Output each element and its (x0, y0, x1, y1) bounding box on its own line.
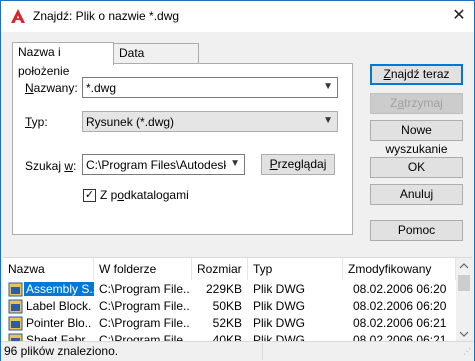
column-header-modified[interactable]: Zmodyfikowany (343, 258, 456, 280)
status-divider (262, 343, 263, 360)
dwg-file-icon (8, 316, 23, 331)
autocad-icon (11, 9, 25, 23)
subfolders-checkbox[interactable]: ✓ (83, 189, 96, 202)
cell-type: Plik DWG (253, 299, 305, 313)
cell-modified: 08.02.2006 06:20 (353, 282, 447, 296)
named-label: Nazwany: (25, 81, 78, 95)
named-combobox[interactable]: *.dwg ▼ (82, 77, 338, 98)
subfolders-label[interactable]: Z podkatalogami (100, 188, 189, 202)
cell-folder: C:\Program File... (99, 282, 189, 296)
named-label-text: azwany: (33, 81, 78, 95)
column-header-type[interactable]: Typ (248, 258, 343, 280)
chevron-down-icon[interactable]: ▼ (323, 115, 333, 126)
type-label: Typ: (25, 115, 48, 129)
tab-date-modified[interactable]: Data modyfikacji (113, 43, 199, 79)
stop-button[interactable]: Zatrzymaj (370, 93, 463, 114)
cell-folder: C:\Program File... (99, 299, 189, 313)
cell-size: 50KB (212, 299, 242, 313)
window-title: Znajdź: Plik o nazwie *.dwg (33, 9, 180, 23)
table-row[interactable]: Pointer Blo... C:\Program File... 52KB P… (3, 315, 455, 332)
close-icon[interactable]: ✕ (447, 5, 471, 27)
lookin-value: C:\Program Files\Autodesk\A (86, 158, 226, 172)
chevron-down-icon[interactable]: ▼ (323, 81, 333, 92)
browse-button[interactable]: Przeglądaj (261, 154, 335, 175)
cell-name: Assembly S... (24, 282, 94, 296)
status-text: 96 plików znaleziono. (4, 344, 119, 358)
dwg-file-icon (8, 299, 23, 314)
tab-name-location[interactable]: Nazwa i położenie (12, 42, 114, 78)
ok-button[interactable]: OK (370, 157, 463, 178)
type-value: Rysunek (*.dwg) (86, 115, 175, 129)
cell-folder: C:\Program File... (99, 316, 189, 330)
cancel-button[interactable]: Anuluj (370, 184, 463, 205)
cell-modified: 08.02.2006 06:20 (353, 299, 447, 313)
type-combobox[interactable]: Rysunek (*.dwg) ▼ (82, 111, 338, 132)
lookin-combobox[interactable]: C:\Program Files\Autodesk\A ▼ (82, 154, 245, 175)
column-header-folder[interactable]: W folderze (94, 258, 192, 280)
cell-type: Plik DWG (253, 282, 305, 296)
help-button[interactable]: Pomoc (370, 220, 463, 241)
cell-size: 52KB (212, 316, 242, 330)
cell-type: Plik DWG (253, 316, 305, 330)
dwg-file-icon (8, 282, 23, 297)
cell-size: 229KB (205, 282, 242, 296)
find-now-button[interactable]: Znajdź teraz (370, 64, 463, 85)
resize-grip-icon[interactable]: ⋰ (463, 347, 471, 356)
scroll-up-icon[interactable] (456, 258, 472, 274)
lookin-label: Szukaj w: (25, 159, 77, 173)
scroll-down-icon[interactable] (456, 326, 472, 342)
cell-name: Label Block... (26, 299, 92, 313)
results-list[interactable]: Nazwa W folderze Rozmiar Typ Zmodyfikowa… (3, 257, 472, 342)
status-bar: 96 plików znaleziono. ⋰ (1, 341, 474, 361)
column-header-name[interactable]: Nazwa (3, 258, 94, 280)
named-value: *.dwg (86, 81, 117, 95)
column-header-size[interactable]: Rozmiar (192, 258, 248, 280)
cell-modified: 08.02.2006 06:21 (353, 316, 447, 330)
scrollbar-thumb[interactable] (458, 275, 470, 291)
find-dialog: Znajdź: Plik o nazwie *.dwg ✕ Nazwa i po… (0, 0, 475, 361)
new-search-button[interactable]: Nowe wyszukanie (370, 120, 463, 156)
table-row[interactable]: Assembly S... C:\Program File... 229KB P… (3, 281, 455, 298)
title-bar[interactable]: Znajdź: Plik o nazwie *.dwg ✕ (1, 1, 474, 32)
chevron-down-icon[interactable]: ▼ (230, 158, 240, 169)
cell-name: Pointer Blo... (26, 316, 92, 330)
vertical-scrollbar[interactable] (456, 258, 472, 342)
table-row[interactable]: Label Block... C:\Program File... 50KB P… (3, 298, 455, 315)
